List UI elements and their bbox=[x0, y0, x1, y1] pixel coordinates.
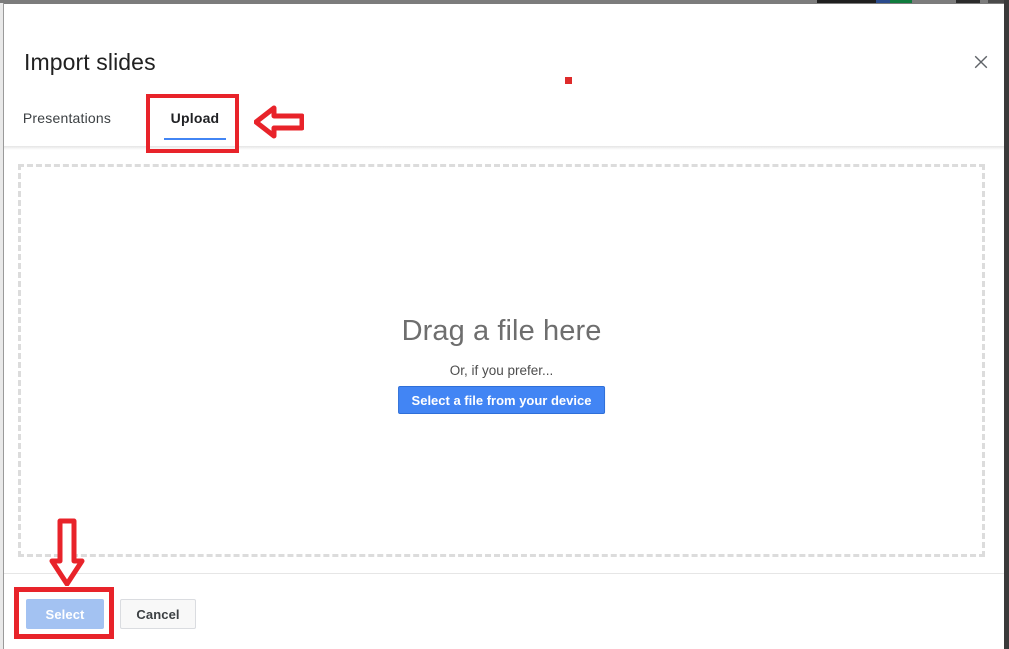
dialog-tab-bar: Presentations Upload bbox=[4, 100, 1004, 146]
background-fragment-dark bbox=[817, 0, 885, 3]
file-dropzone[interactable]: Drag a file here Or, if you prefer... Se… bbox=[18, 164, 985, 557]
tab-bar-shadow bbox=[4, 146, 1004, 150]
cancel-button-label: Cancel bbox=[136, 606, 180, 622]
select-button[interactable]: Select bbox=[26, 599, 104, 629]
dialog-footer: Select Cancel bbox=[4, 574, 1004, 649]
dialog-title: Import slides bbox=[24, 49, 156, 75]
select-file-from-device-button[interactable]: Select a file from your device bbox=[397, 386, 606, 414]
background-right-edge bbox=[1004, 0, 1009, 649]
close-icon[interactable] bbox=[967, 48, 995, 76]
tab-upload-label: Upload bbox=[170, 110, 220, 126]
dropzone-heading: Drag a file here bbox=[401, 315, 602, 347]
tab-upload-active-indicator bbox=[164, 138, 226, 140]
background-fragment-outline bbox=[956, 0, 980, 3]
select-file-from-device-label: Select a file from your device bbox=[411, 392, 592, 408]
background-fragment-green bbox=[890, 0, 912, 3]
import-slides-dialog: Import slides Presentations Upload Drag … bbox=[4, 4, 1004, 649]
tab-presentations-label: Presentations bbox=[22, 110, 112, 126]
tab-presentations[interactable]: Presentations bbox=[12, 100, 122, 146]
dropzone-subtext: Or, if you prefer... bbox=[449, 363, 554, 378]
background-fragment-blue bbox=[876, 0, 890, 3]
select-button-label: Select bbox=[45, 606, 85, 622]
cancel-button[interactable]: Cancel bbox=[120, 599, 196, 629]
